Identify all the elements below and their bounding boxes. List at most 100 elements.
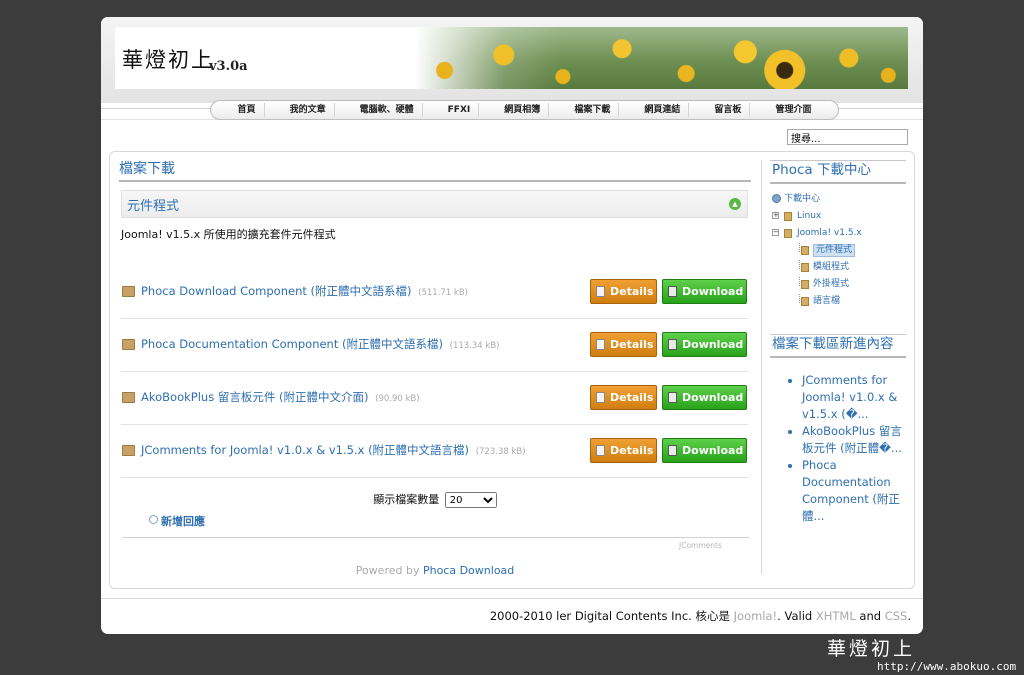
- download-icon: [668, 286, 677, 297]
- main-content: 檔案下載 元件程式 ▲ Joomla! v1.5.x 所使用的擴充套件元件程式 …: [119, 160, 751, 577]
- footer-copyright: 2000-2010 ler Digital Contents Inc. 核心是: [489, 609, 730, 623]
- joomla-link[interactable]: Joomla!: [734, 609, 778, 623]
- download-button[interactable]: Download: [662, 385, 747, 410]
- details-label: Details: [610, 444, 654, 457]
- watermark-logo: 華燈初上: [827, 638, 916, 660]
- comment-icon: [149, 515, 158, 524]
- content-box: 檔案下載 元件程式 ▲ Joomla! v1.5.x 所使用的擴充套件元件程式 …: [109, 151, 915, 589]
- footer-divider: [101, 598, 923, 599]
- sunflower-banner-image: [415, 27, 908, 89]
- category-title: 元件程式: [127, 199, 180, 214]
- tree-item-linux[interactable]: + Linux: [770, 209, 906, 226]
- details-label: Details: [610, 285, 654, 298]
- sidebar-title: Phoca 下載中心: [770, 160, 906, 184]
- folder-icon: [801, 297, 809, 306]
- category-tree: 下載中心 + Linux − Joomla! v1.5.x 元件程式 模組程式 …: [770, 192, 906, 311]
- tree-label: 語言檔: [813, 296, 841, 306]
- tree-label: 外掛程式: [813, 279, 850, 289]
- download-label: Download: [682, 444, 744, 457]
- css-link[interactable]: CSS: [885, 609, 908, 623]
- nav-item-links[interactable]: 網頁連結: [636, 103, 690, 117]
- recent-file-link[interactable]: JComments for Joomla! v1.0.x & v1.5.x (�…: [802, 373, 897, 421]
- page-title: 檔案下載: [119, 160, 751, 182]
- download-button[interactable]: Download: [662, 332, 747, 357]
- pagination-limit: 顯示檔案數量 20: [119, 491, 751, 508]
- tree-item-components[interactable]: 元件程式: [770, 243, 906, 260]
- file-link[interactable]: AkoBookPlus 留言板元件 (附正體中文介面): [141, 390, 368, 404]
- powered-prefix: Powered by: [355, 564, 420, 577]
- phoca-download-link[interactable]: Phoca Download: [423, 564, 514, 577]
- expand-plus-icon[interactable]: +: [772, 212, 779, 219]
- collapse-minus-icon[interactable]: −: [772, 229, 779, 236]
- file-row: AkoBookPlus 留言板元件 (附正體中文介面) (90.90 kB) D…: [121, 372, 748, 425]
- nav-item-guestbook[interactable]: 留言板: [706, 103, 751, 117]
- file-size: (90.90 kB): [375, 394, 420, 404]
- nav-item-computer[interactable]: 電腦軟、硬體: [352, 103, 423, 117]
- recent-file-link[interactable]: Phoca Documentation Component (附正體...: [802, 458, 900, 523]
- tree-item-joomla[interactable]: − Joomla! v1.5.x: [770, 226, 906, 243]
- file-size: (511.71 kB): [418, 288, 468, 298]
- list-item: JComments for Joomla! v1.0.x & v1.5.x (�…: [802, 372, 906, 423]
- recent-file-link[interactable]: AkoBookPlus 留言板元件 (附正體�...: [802, 424, 902, 455]
- banner: 華燈初上 v3.0a: [115, 27, 908, 89]
- category-header: 元件程式 ▲: [121, 190, 748, 218]
- nav-item-ffxi[interactable]: FFXI: [440, 103, 480, 117]
- powered-by: Powered by Phoca Download: [119, 564, 751, 577]
- file-link[interactable]: Phoca Documentation Component (附正體中文語系檔): [141, 337, 443, 351]
- nav-item-album[interactable]: 網頁相簿: [496, 103, 550, 117]
- nav-item-articles[interactable]: 我的文章: [282, 103, 335, 117]
- folder-icon: [801, 280, 809, 289]
- document-icon: [596, 445, 605, 456]
- footer-end: .: [907, 609, 911, 623]
- document-icon: [596, 286, 605, 297]
- main-nav: 首頁 我的文章 電腦軟、硬體 FFXI 網頁相簿 檔案下載 網頁連結 留言板 管…: [210, 100, 839, 120]
- recent-files-title: 檔案下載區新進內容: [770, 334, 906, 358]
- nav-item-admin[interactable]: 管理介面: [767, 103, 819, 117]
- recent-files-list: JComments for Joomla! v1.0.x & v1.5.x (�…: [770, 372, 906, 525]
- footer-and: and: [859, 609, 882, 623]
- tree-label: 模組程式: [813, 262, 850, 272]
- file-icon: [122, 392, 135, 403]
- download-button[interactable]: Download: [662, 438, 747, 463]
- details-button[interactable]: Details: [590, 438, 657, 463]
- nav-item-downloads[interactable]: 檔案下載: [566, 103, 620, 117]
- tree-item-languages[interactable]: 語言檔: [770, 294, 906, 311]
- document-icon: [596, 339, 605, 350]
- category-description: Joomla! v1.5.x 所使用的擴充套件元件程式: [121, 228, 336, 241]
- tree-item-modules[interactable]: 模組程式: [770, 260, 906, 277]
- folder-icon: [784, 212, 792, 221]
- limit-select[interactable]: 20: [444, 492, 497, 508]
- download-label: Download: [682, 285, 744, 298]
- tree-label: Joomla! v1.5.x: [797, 228, 862, 238]
- site-title[interactable]: 華燈初上: [122, 44, 214, 74]
- xhtml-link[interactable]: XHTML: [816, 609, 856, 623]
- details-button[interactable]: Details: [590, 332, 657, 357]
- search-input[interactable]: [787, 129, 908, 145]
- download-icon: [668, 392, 677, 403]
- footer: 2000-2010 ler Digital Contents Inc. 核心是 …: [490, 608, 911, 624]
- file-list: Phoca Download Component (附正體中文語系檔) (511…: [121, 266, 748, 478]
- tree-label: 元件程式: [813, 244, 856, 257]
- nav-item-home[interactable]: 首頁: [230, 103, 265, 117]
- add-comment-link[interactable]: 新增回應: [149, 513, 205, 529]
- tree-item-root[interactable]: 下載中心: [770, 192, 906, 209]
- folder-open-icon: [784, 229, 792, 238]
- details-button[interactable]: Details: [590, 385, 657, 410]
- up-arrow-icon[interactable]: ▲: [729, 198, 741, 210]
- tree-item-plugins[interactable]: 外掛程式: [770, 277, 906, 294]
- header: 華燈初上 v3.0a: [101, 17, 923, 103]
- file-row: JComments for Joomla! v1.0.x & v1.5.x (附…: [121, 425, 748, 478]
- file-icon: [122, 339, 135, 350]
- file-link[interactable]: Phoca Download Component (附正體中文語系檔): [141, 284, 412, 298]
- file-link[interactable]: JComments for Joomla! v1.0.x & v1.5.x (附…: [141, 443, 469, 457]
- download-button[interactable]: Download: [662, 279, 747, 304]
- file-icon: [122, 286, 135, 297]
- file-size: (723.38 kB): [475, 447, 526, 457]
- folder-icon: [801, 263, 809, 272]
- download-icon: [668, 445, 677, 456]
- details-label: Details: [610, 391, 654, 404]
- jcomments-label: JComments: [679, 541, 722, 550]
- document-icon: [596, 392, 605, 403]
- details-button[interactable]: Details: [590, 279, 657, 304]
- list-item: Phoca Documentation Component (附正體...: [802, 457, 906, 525]
